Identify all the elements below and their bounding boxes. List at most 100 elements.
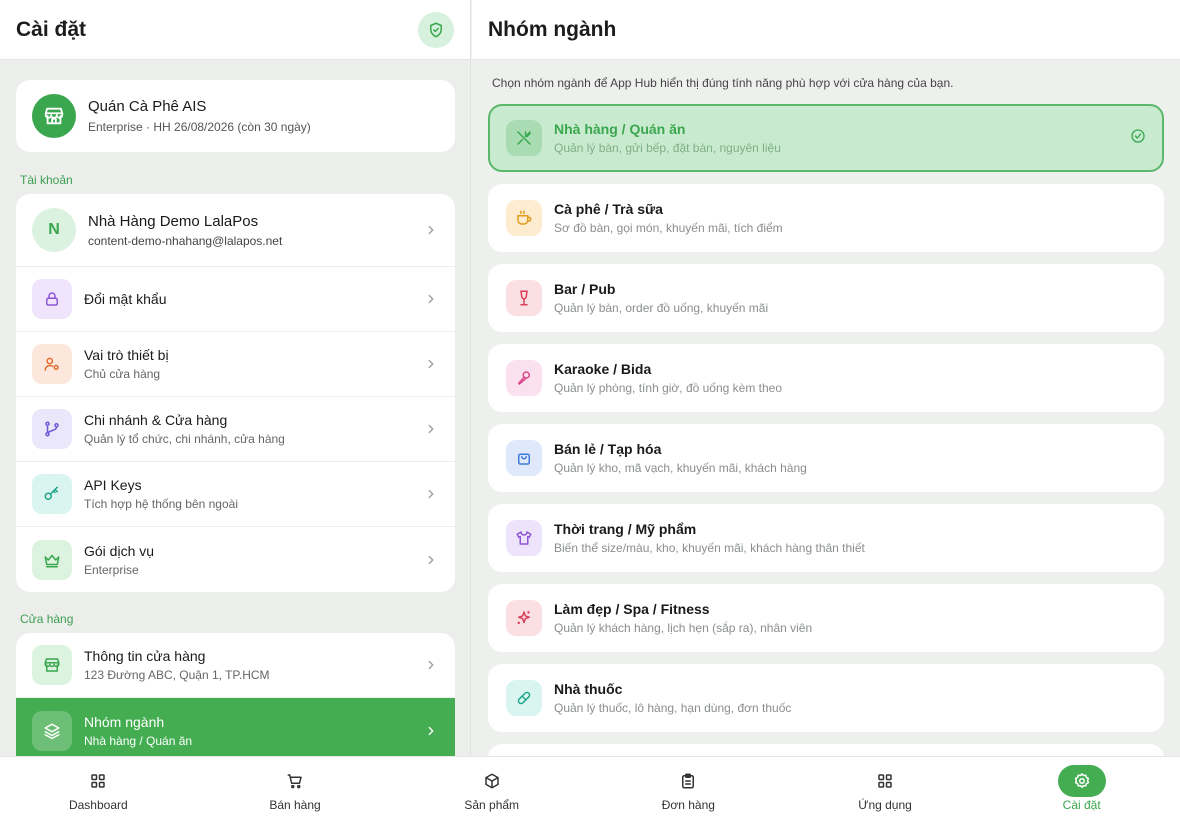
- category-sub: Biến thể size/màu, kho, khuyến mãi, khác…: [554, 541, 865, 555]
- category-next-partial[interactable]: [488, 744, 1164, 756]
- row-sub: Enterprise: [84, 562, 139, 577]
- nav-label: Đơn hàng: [661, 798, 715, 812]
- cart-icon: [271, 765, 319, 797]
- row-sub: Chủ cửa hàng: [84, 367, 161, 381]
- row-api-keys[interactable]: API Keys Tích hợp hệ thống bên ngoài: [16, 462, 455, 527]
- category-label: Làm đẹp / Spa / Fitness: [554, 601, 710, 617]
- row-label: Đổi mật khẩu: [84, 291, 167, 307]
- store-name: Quán Cà Phê AIS: [88, 98, 207, 115]
- row-sub: 123 Đường ABC, Quận 1, TP.HCM: [84, 668, 270, 682]
- account-email: content-demo-nhahang@lalapos.net: [88, 233, 283, 248]
- category-bar[interactable]: Bar / Pub Quản lý bàn, order đồ uống, kh…: [488, 264, 1164, 332]
- pill-icon: [506, 680, 542, 716]
- row-sub: Tích hợp hệ thống bên ngoài: [84, 497, 238, 511]
- avatar: N: [32, 208, 76, 252]
- lock-icon: [32, 279, 72, 319]
- chevron-right-icon: [423, 552, 439, 568]
- shield-button[interactable]: [418, 11, 454, 48]
- nav-dashboard[interactable]: Dashboard: [0, 757, 197, 820]
- account-row[interactable]: N Nhà Hàng Demo LalaPos content-demo-nha…: [16, 194, 455, 267]
- store-icon: [44, 107, 64, 125]
- chevron-right-icon: [423, 291, 439, 307]
- category-fashion[interactable]: Thời trang / Mỹ phẩm Biến thể size/màu, …: [488, 504, 1164, 572]
- bottom-nav: Dashboard Bán hàng Sản phẩm Đơn hàng Ứng…: [0, 756, 1180, 820]
- row-service-plan[interactable]: Gói dịch vụ Enterprise: [16, 527, 455, 592]
- category-label: Cà phê / Trà sữa: [554, 201, 663, 217]
- category-cafe[interactable]: Cà phê / Trà sữa Sơ đồ bàn, gọi món, khu…: [488, 184, 1164, 252]
- store-plan: Enterprise · HH 26/08/2026 (còn 30 ngày): [88, 120, 311, 134]
- grid-icon: [74, 765, 122, 797]
- category-sub: Quản lý khách hàng, lịch hẹn (sắp ra), n…: [554, 621, 813, 635]
- row-label: Gói dịch vụ: [84, 542, 155, 559]
- apps-icon: [861, 765, 909, 797]
- nav-settings[interactable]: Cài đặt: [983, 757, 1180, 820]
- sparkles-icon: [506, 600, 542, 636]
- category-sub: Quản lý bàn, gửi bếp, đặt bàn, nguyên li…: [554, 141, 781, 155]
- nav-label: Cài đặt: [1062, 798, 1101, 812]
- store-section-label: Cửa hàng: [20, 612, 74, 626]
- row-sub: Quản lý tổ chức, chi nhánh, cửa hàng: [84, 432, 285, 446]
- wine-icon: [506, 280, 542, 316]
- category-retail[interactable]: Bán lẻ / Tạp hóa Quản lý kho, mã vạch, k…: [488, 424, 1164, 492]
- chevron-right-icon: [423, 723, 439, 739]
- row-branches[interactable]: Chi nhánh & Cửa hàng Quản lý tổ chức, ch…: [16, 397, 455, 462]
- chevron-right-icon: [423, 486, 439, 502]
- store-avatar: [32, 94, 76, 138]
- settings-header: Cài đặt: [0, 0, 470, 60]
- nav-orders[interactable]: Đơn hàng: [590, 757, 787, 820]
- coffee-icon: [506, 200, 542, 236]
- row-change-password[interactable]: Đổi mật khẩu: [16, 267, 455, 332]
- category-karaoke[interactable]: Karaoke / Bida Quản lý phòng, tính giờ, …: [488, 344, 1164, 412]
- shield-check-icon: [430, 22, 442, 37]
- chevron-right-icon: [423, 421, 439, 437]
- category-restaurant[interactable]: Nhà hàng / Quán ăn Quản lý bàn, gửi bếp,…: [488, 104, 1164, 172]
- row-label: API Keys: [84, 477, 142, 493]
- category-label: Karaoke / Bida: [554, 361, 652, 377]
- category-sub: Quản lý phòng, tính giờ, đồ uống kèm the…: [554, 381, 783, 395]
- nav-products[interactable]: Sản phẩm: [393, 757, 590, 820]
- shopping-bag-icon: [506, 440, 542, 476]
- nav-label: Sản phẩm: [464, 798, 520, 812]
- store-group: Thông tin cửa hàng 123 Đường ABC, Quận 1…: [16, 633, 455, 756]
- shirt-icon: [506, 520, 542, 556]
- row-sub: Nhà hàng / Quán ăn: [84, 733, 193, 748]
- store-card[interactable]: Quán Cà Phê AIS Enterprise · HH 26/08/20…: [16, 80, 455, 152]
- utensils-icon: [506, 120, 542, 156]
- account-name: Nhà Hàng Demo LalaPos: [88, 212, 259, 230]
- microphone-icon: [506, 360, 542, 396]
- row-store-info[interactable]: Thông tin cửa hàng 123 Đường ABC, Quận 1…: [16, 633, 455, 698]
- category-pharmacy[interactable]: Nhà thuốc Quản lý thuốc, lô hàng, hạn dù…: [488, 664, 1164, 732]
- account-group: N Nhà Hàng Demo LalaPos content-demo-nha…: [16, 194, 455, 592]
- chevron-right-icon: [423, 657, 439, 673]
- chevron-right-icon: [423, 222, 439, 238]
- nav-apps[interactable]: Ứng dụng: [787, 757, 984, 820]
- industry-panel: Nhóm ngành Chọn nhóm ngành để App Hub hi…: [472, 0, 1180, 756]
- category-sub: Sơ đồ bàn, gọi món, khuyến mãi, tích điể…: [554, 221, 783, 235]
- account-section-label: Tài khoản: [20, 173, 73, 187]
- row-label: Thông tin cửa hàng: [84, 648, 206, 664]
- category-label: Bán lẻ / Tạp hóa: [554, 441, 662, 457]
- nav-sales[interactable]: Bán hàng: [197, 757, 394, 820]
- nav-label: Dashboard: [68, 798, 128, 812]
- clipboard-icon: [664, 765, 712, 797]
- check-circle-icon: [1130, 128, 1146, 149]
- row-label: Chi nhánh & Cửa hàng: [84, 412, 228, 428]
- category-label: Nhà hàng / Quán ăn: [554, 121, 686, 137]
- nav-label: Ứng dụng: [858, 798, 912, 812]
- page-title: Nhóm ngành: [488, 17, 617, 41]
- row-label: Vai trò thiết bị: [84, 347, 169, 363]
- category-sub: Quản lý thuốc, lô hàng, hạn dùng, đơn th…: [554, 701, 792, 715]
- category-sub: Quản lý kho, mã vạch, khuyến mãi, khách …: [554, 461, 807, 475]
- category-label: Nhà thuốc: [554, 681, 623, 697]
- row-label: Nhóm ngành: [84, 713, 165, 730]
- settings-icon: [1057, 765, 1106, 797]
- box-icon: [468, 765, 516, 797]
- nav-label: Bán hàng: [269, 798, 321, 812]
- row-device-role[interactable]: Vai trò thiết bị Chủ cửa hàng: [16, 332, 455, 397]
- row-industry-group[interactable]: Nhóm ngành Nhà hàng / Quán ăn: [16, 698, 455, 756]
- crown-icon: [32, 539, 72, 580]
- industry-header: Nhóm ngành: [472, 0, 1180, 60]
- category-beauty[interactable]: Làm đẹp / Spa / Fitness Quản lý khách hà…: [488, 584, 1164, 652]
- git-branch-icon: [32, 409, 72, 449]
- category-sub: Quản lý bàn, order đồ uống, khuyến mãi: [554, 301, 769, 315]
